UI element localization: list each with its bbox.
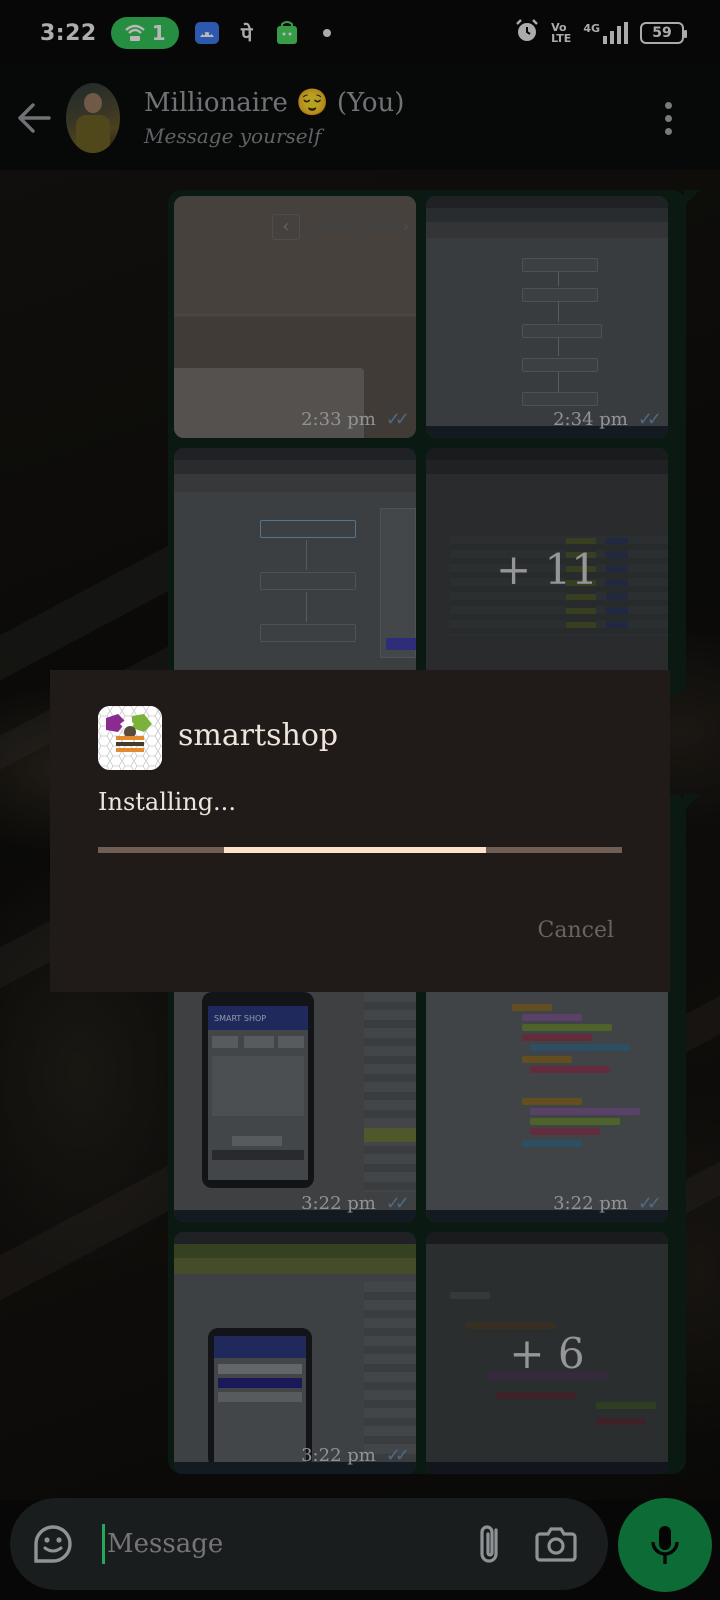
install-progress-bar xyxy=(98,847,622,853)
mic-icon xyxy=(651,1526,679,1564)
dialog-app-name: smartshop xyxy=(178,718,339,753)
smartshop-app-icon xyxy=(98,706,162,770)
install-dialog: smartshop Installing... Cancel xyxy=(50,670,670,992)
camera-icon[interactable] xyxy=(534,1522,578,1566)
mic-button[interactable] xyxy=(618,1498,712,1592)
attach-icon[interactable] xyxy=(472,1520,508,1568)
install-progress-fill xyxy=(223,847,486,853)
text-cursor xyxy=(102,1524,105,1564)
cancel-button[interactable]: Cancel xyxy=(538,918,615,943)
message-composer xyxy=(10,1498,608,1590)
sticker-icon[interactable] xyxy=(30,1521,76,1567)
message-input[interactable] xyxy=(107,1529,427,1559)
install-status: Installing... xyxy=(98,788,236,816)
